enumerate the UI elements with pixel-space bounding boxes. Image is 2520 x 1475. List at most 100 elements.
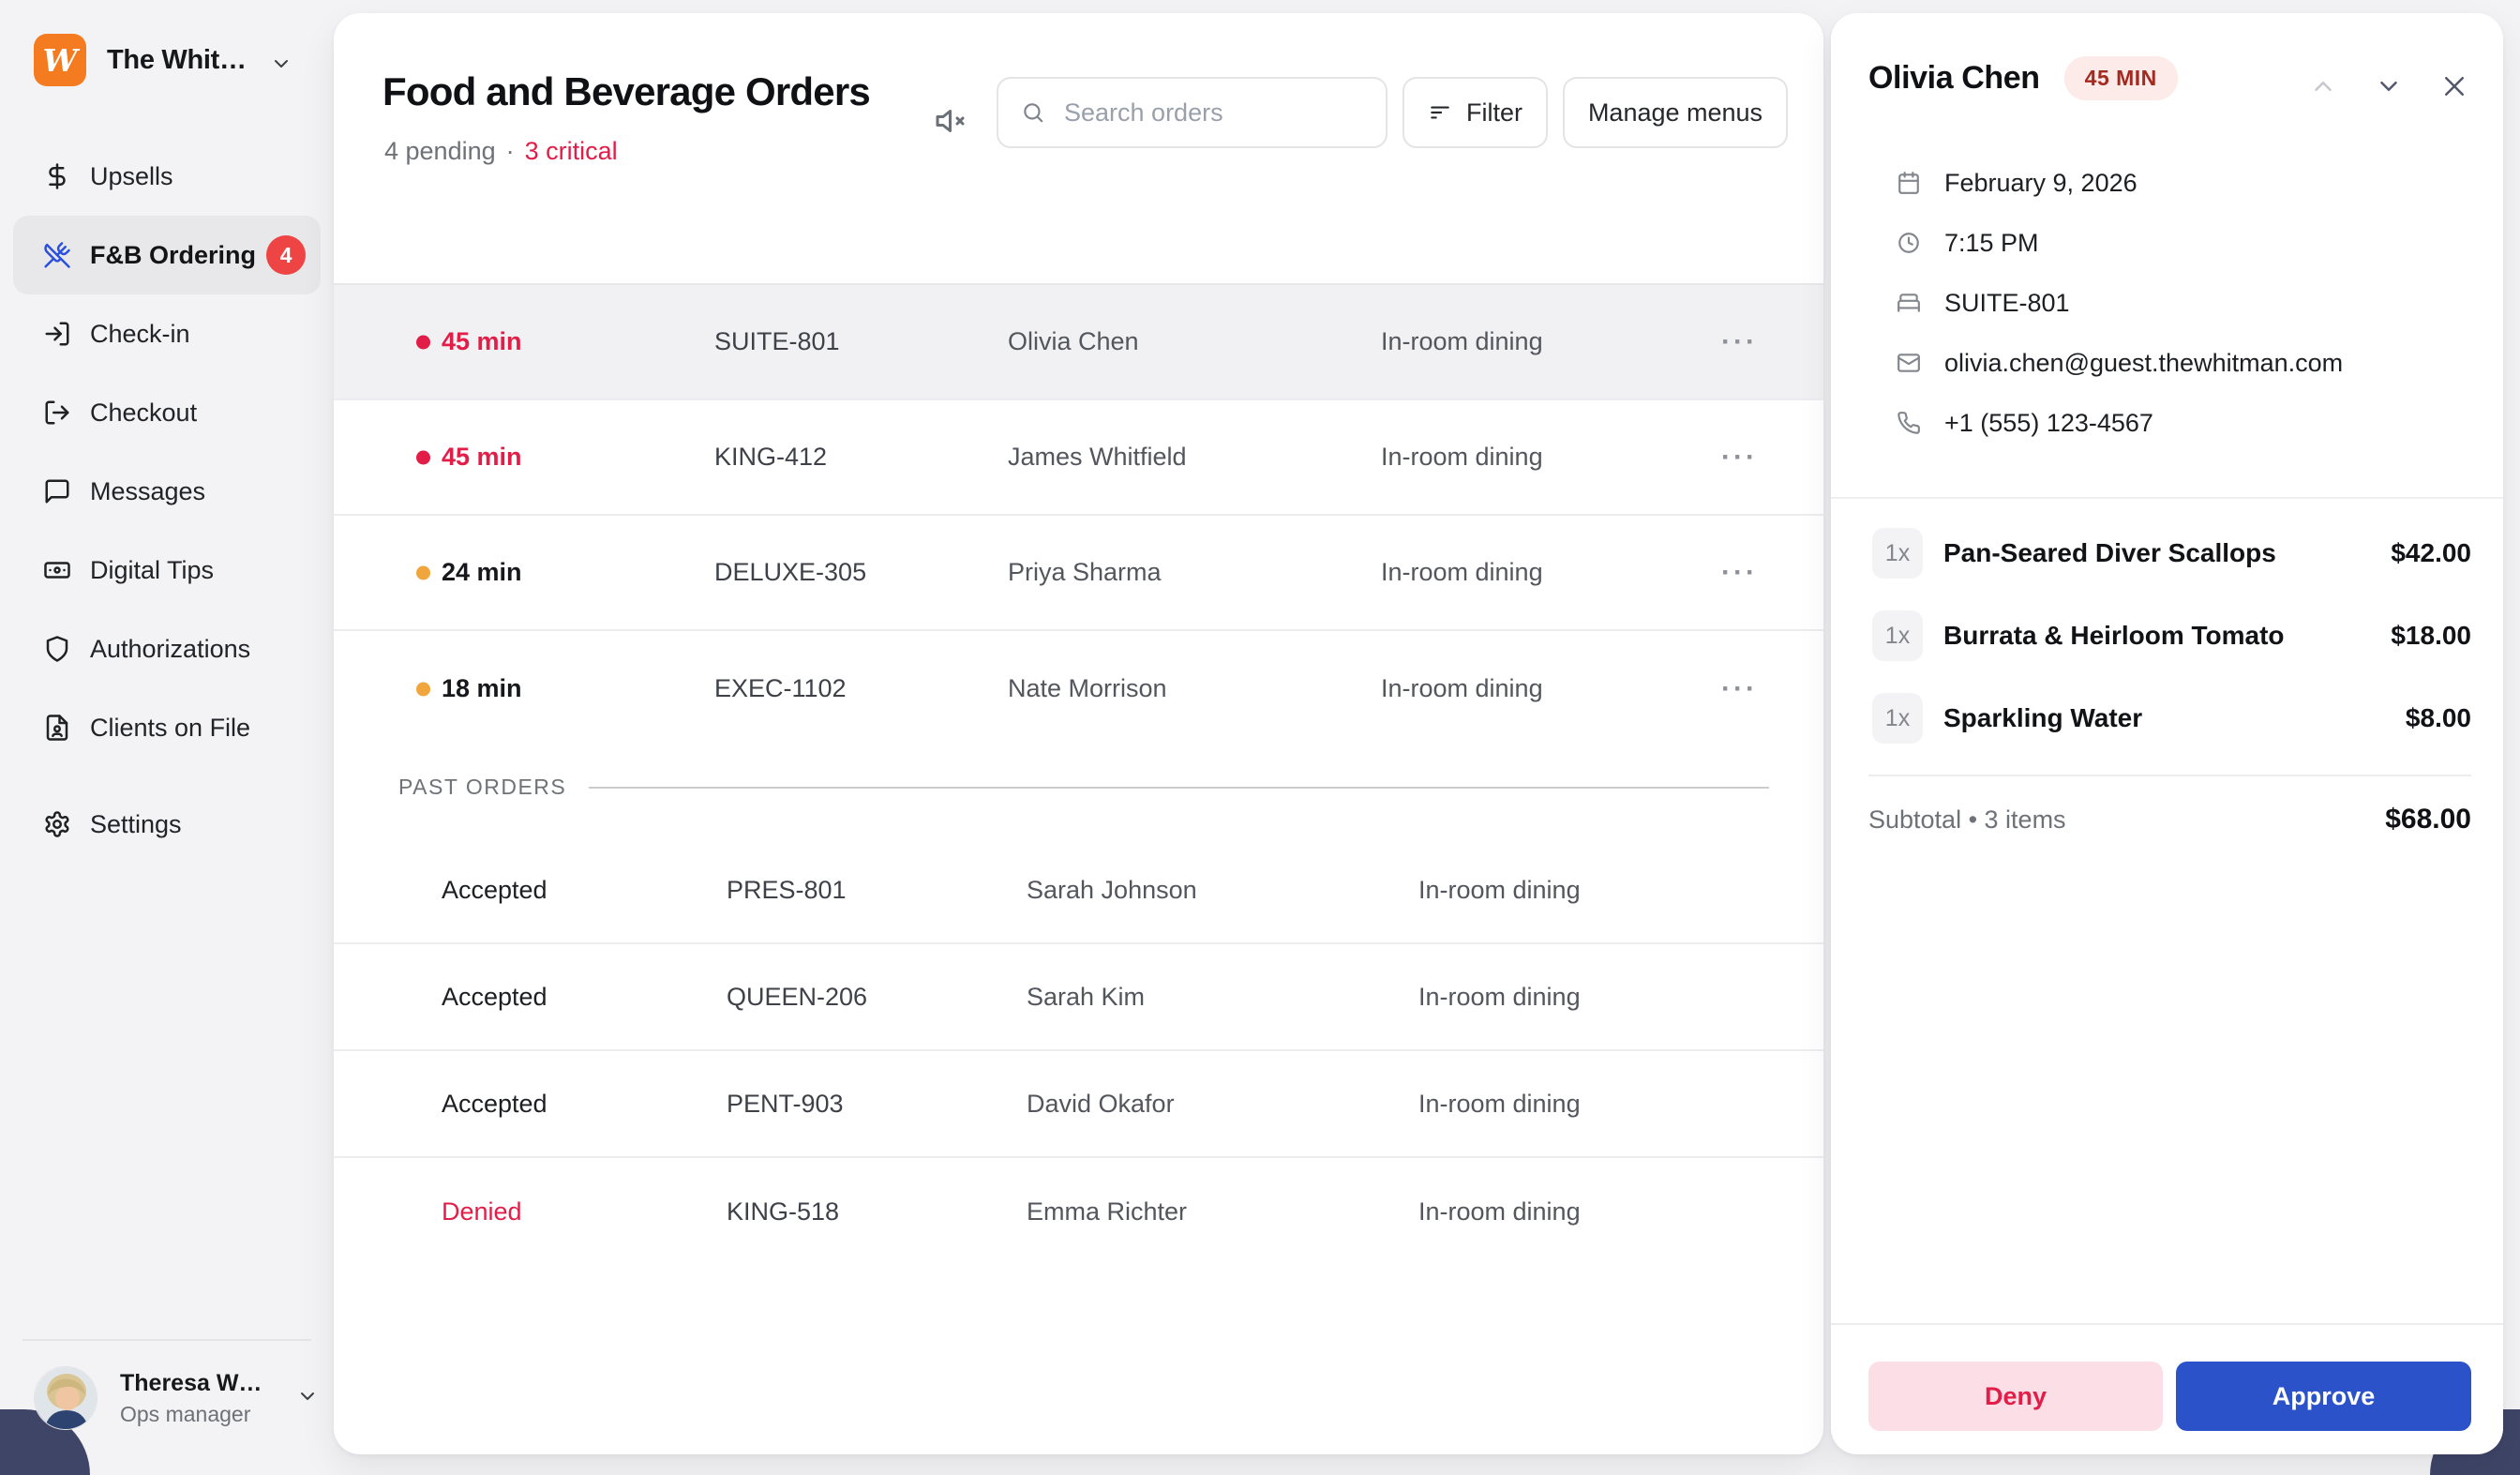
outlet: In-room dining: [1418, 1158, 1581, 1265]
shield-icon: [43, 635, 71, 663]
close-panel-button[interactable]: [2434, 66, 2475, 107]
chevron-down-icon: [296, 1385, 319, 1407]
user-menu[interactable]: Theresa W… Ops manager: [34, 1362, 315, 1434]
detail-value: +1 (555) 123-4567: [1944, 409, 2153, 438]
next-order-button[interactable]: [2368, 66, 2409, 107]
item-name: Sparkling Water: [1943, 703, 2142, 733]
bed-icon: [1897, 291, 1921, 315]
order-detail-panel: Olivia Chen 45 MIN February 9, 2026 7:15…: [1831, 13, 2503, 1454]
login-icon: [43, 320, 71, 348]
row-menu-button[interactable]: ···: [1721, 400, 1758, 514]
status-dot: [416, 335, 430, 349]
past-order-row[interactable]: Accepted PENT-903 David Okafor In-room d…: [334, 1051, 1823, 1158]
previous-order-button[interactable]: [2302, 66, 2344, 107]
sidebar-item[interactable]: Digital Tips: [13, 531, 321, 610]
order-row[interactable]: 45 min KING-412 James Whitfield In-room …: [334, 400, 1823, 516]
sidebar-item[interactable]: Settings: [13, 785, 321, 864]
room: DELUXE-305: [714, 516, 866, 629]
orders-summary: 4 pending · 3 critical: [384, 137, 618, 166]
sidebar-item[interactable]: Authorizations: [13, 610, 321, 688]
sidebar-item[interactable]: Upsells: [13, 137, 321, 216]
utensils-icon: [43, 241, 71, 269]
manage-menus-button[interactable]: Manage menus: [1563, 77, 1788, 148]
guest: Sarah Kim: [1027, 944, 1145, 1049]
sidebar-item[interactable]: Check-in: [13, 294, 321, 373]
order-item: 1x Pan-Seared Diver Scallops $42.00: [1872, 512, 2471, 595]
guest-name-title: Olivia Chen: [1868, 60, 2040, 97]
brand-logo: W: [34, 34, 86, 86]
guest: Sarah Johnson: [1027, 837, 1197, 942]
subtotal-row: Subtotal • 3 items $68.00: [1868, 793, 2471, 846]
detail-value: SUITE-801: [1944, 289, 2070, 318]
status-dot: [416, 682, 430, 696]
guest: David Okafor: [1027, 1051, 1175, 1156]
row-menu-button[interactable]: ···: [1721, 516, 1758, 629]
approve-button[interactable]: Approve: [2176, 1362, 2471, 1431]
item-name: Pan-Seared Diver Scallops: [1943, 538, 2276, 568]
dot-separator: ·: [506, 137, 515, 166]
sidebar-item[interactable]: Clients on File: [13, 688, 321, 767]
past-orders-header: PAST ORDERS: [398, 775, 1769, 800]
mail-icon: [1897, 351, 1921, 375]
calendar-icon: [1897, 171, 1921, 195]
pending-count: 4 pending: [384, 137, 496, 166]
outlet: In-room dining: [1381, 516, 1543, 629]
chevron-down-icon: [270, 53, 292, 75]
user-name: Theresa W…: [120, 1370, 262, 1397]
outlet: In-room dining: [1418, 1051, 1581, 1156]
detail-value: February 9, 2026: [1944, 169, 2138, 198]
item-quantity: 1x: [1872, 693, 1923, 744]
filter-icon: [1428, 100, 1452, 125]
order-row[interactable]: 18 min EXEC-1102 Nate Morrison In-room d…: [334, 631, 1823, 746]
row-menu-button[interactable]: ···: [1721, 285, 1758, 399]
detail-row: olivia.chen@guest.thewhitman.com: [1897, 333, 2343, 393]
detail-value: olivia.chen@guest.thewhitman.com: [1944, 349, 2343, 378]
mute-sound-button[interactable]: [924, 94, 979, 148]
workspace-switcher[interactable]: W The Whit…: [34, 34, 247, 86]
deny-button[interactable]: Deny: [1868, 1362, 2163, 1431]
guest-details: February 9, 2026 7:15 PM SUITE-801 olivi…: [1897, 153, 2343, 453]
room: SUITE-801: [714, 285, 840, 399]
sidebar-item[interactable]: F&B Ordering 4: [13, 216, 321, 294]
search-box: [997, 77, 1388, 148]
item-name: Burrata & Heirloom Tomato: [1943, 621, 2285, 651]
guest: James Whitfield: [1008, 400, 1187, 514]
order-row[interactable]: 45 min SUITE-801 Olivia Chen In-room din…: [334, 285, 1823, 400]
room: EXEC-1102: [714, 631, 847, 746]
order-row[interactable]: 24 min DELUXE-305 Priya Sharma In-room d…: [334, 516, 1823, 631]
past-order-row[interactable]: Accepted QUEEN-206 Sarah Kim In-room din…: [334, 944, 1823, 1051]
outlet: In-room dining: [1381, 631, 1543, 746]
status-dot: [416, 565, 430, 579]
room: KING-412: [714, 400, 827, 514]
sidebar-item[interactable]: Messages: [13, 452, 321, 531]
detail-row: +1 (555) 123-4567: [1897, 393, 2343, 453]
outlet: In-room dining: [1418, 837, 1581, 942]
avatar: [34, 1366, 98, 1430]
item-quantity: 1x: [1872, 610, 1923, 661]
past-orders-label: PAST ORDERS: [398, 775, 566, 800]
divider: [589, 787, 1769, 789]
subtotal-label: Subtotal • 3 items: [1868, 805, 2066, 835]
orders-page: Food and Beverage Orders 4 pending · 3 c…: [334, 13, 1823, 1454]
past-order-row[interactable]: Denied KING-518 Emma Richter In-room din…: [334, 1158, 1823, 1265]
past-order-row[interactable]: Accepted PRES-801 Sarah Johnson In-room …: [334, 837, 1823, 944]
room: QUEEN-206: [727, 944, 867, 1049]
gear-icon: [43, 810, 71, 838]
detail-row: 7:15 PM: [1897, 213, 2343, 273]
item-quantity: 1x: [1872, 528, 1923, 579]
guest: Emma Richter: [1027, 1158, 1187, 1265]
row-menu-button[interactable]: ···: [1721, 631, 1758, 746]
filter-button[interactable]: Filter: [1402, 77, 1548, 148]
order-items-list: 1x Pan-Seared Diver Scallops $42.00 1x B…: [1872, 512, 2471, 760]
divider: [1831, 497, 2503, 499]
dollar-icon: [43, 162, 71, 190]
user-role: Ops manager: [120, 1402, 262, 1427]
wait-time: 18 min: [442, 631, 522, 746]
divider: [1831, 1323, 2503, 1325]
outlet: In-room dining: [1381, 285, 1543, 399]
order-item: 1x Sparkling Water $8.00: [1872, 677, 2471, 760]
sidebar-item[interactable]: Checkout: [13, 373, 321, 452]
close-icon: [2440, 72, 2468, 100]
order-status: Accepted: [442, 944, 548, 1049]
search-input[interactable]: [1062, 98, 1363, 128]
